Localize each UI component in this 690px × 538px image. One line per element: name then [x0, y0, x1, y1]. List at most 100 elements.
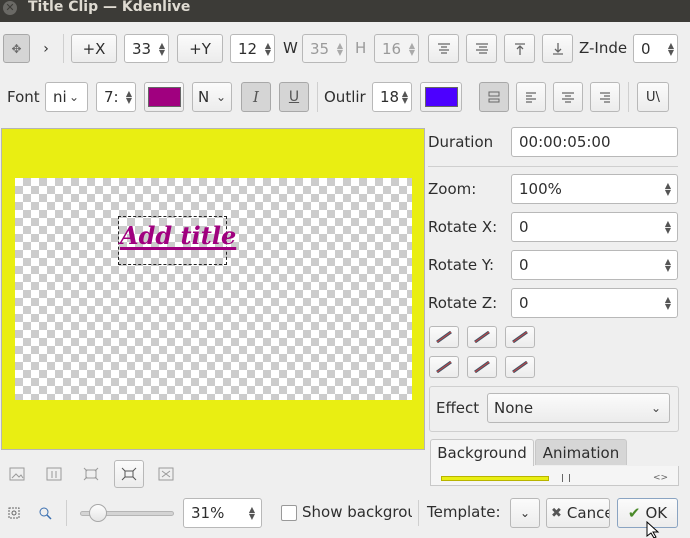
align-none-icon [488, 91, 500, 103]
x-position-field[interactable]: 33 ▲ ▼ [124, 34, 169, 63]
spin-arrows-icon[interactable]: ▲ ▼ [665, 220, 671, 235]
align-top-button[interactable] [428, 34, 459, 63]
align-top-right-button[interactable] [505, 326, 535, 348]
tab-animation[interactable]: Animation [535, 439, 627, 465]
y-position-value: 12 [238, 39, 258, 58]
rotate-z-value: 0 [519, 294, 529, 312]
template-select[interactable]: ⌄ [510, 498, 540, 528]
title-canvas[interactable]: Add title [1, 128, 425, 450]
spin-arrows-icon[interactable]: ▲ ▼ [159, 41, 165, 56]
align-top-left-button[interactable] [429, 326, 459, 348]
rotate-x-label: Rotate X: [428, 218, 498, 236]
arrow-down-icon [552, 42, 563, 55]
select-tool-button[interactable]: ✥ [3, 34, 30, 63]
ok-label: OK [645, 504, 668, 522]
align-bottom-center-icon [474, 361, 490, 373]
zoom-value: 100% [519, 180, 562, 198]
align-bottom-right-icon [512, 361, 528, 373]
effect-select[interactable]: None ⌄ [487, 393, 670, 423]
x-position-value: 33 [132, 39, 152, 58]
cancel-button[interactable]: ✖ Cance [546, 498, 610, 528]
spin-arrows-icon[interactable]: ▲ ▼ [668, 41, 674, 56]
spin-arrows-icon[interactable]: ▲ ▼ [126, 90, 132, 105]
zoom-percent-field[interactable]: 31% ▲ ▼ [183, 498, 262, 528]
chevron-down-icon: ⌄ [650, 401, 661, 415]
cancel-label: Cance [566, 504, 610, 522]
spin-arrows-icon[interactable]: ▲ ▼ [665, 182, 671, 197]
uppercase-button[interactable]: U\ [637, 82, 669, 112]
align-middle-button[interactable] [466, 34, 497, 63]
outline-width-field[interactable]: 18 ▲ ▼ [372, 82, 412, 112]
tab-background[interactable]: Background [430, 439, 534, 466]
font-color-button[interactable] [144, 82, 184, 112]
toolbar-separator [63, 34, 64, 63]
align-top-center-button[interactable] [467, 326, 497, 348]
toolbar-separator [628, 82, 629, 112]
show-background-checkbox[interactable] [281, 505, 297, 521]
outline-color-swatch [424, 87, 458, 107]
zoom-slider[interactable] [80, 504, 174, 522]
window-titlebar: ✕ Title Clip — Kdenlive [0, 0, 690, 22]
chevron-down-icon: ⌄ [215, 90, 226, 104]
spin-arrows-icon[interactable]: ▲ ▼ [665, 258, 671, 273]
font-weight-select[interactable]: N ⌄ [192, 82, 232, 112]
align-left-button[interactable] [516, 82, 546, 112]
align-top-right-icon [512, 331, 528, 343]
expand-icon[interactable]: <> [653, 473, 668, 483]
align-bottom-center-button[interactable] [467, 356, 497, 378]
spin-arrows-icon[interactable]: ▲ ▼ [249, 506, 255, 521]
width-label: W [283, 39, 298, 57]
z-index-value: 0 [641, 39, 651, 58]
more-tools-button[interactable]: › [33, 34, 59, 63]
height-field: 16 ▲ ▼ [374, 34, 419, 63]
raise-button[interactable] [504, 34, 535, 63]
font-size-field[interactable]: 7: ▲ ▼ [96, 82, 136, 112]
zoom-slider-handle[interactable] [89, 504, 107, 522]
spin-arrows-icon[interactable]: ▲ ▼ [402, 90, 408, 105]
background-color-bar[interactable] [441, 476, 549, 481]
window-close-icon[interactable]: ✕ [3, 1, 17, 15]
alpha-slider-handle[interactable] [562, 474, 570, 482]
zoom-original-button[interactable] [33, 500, 57, 526]
duration-field[interactable]: 00:00:05:00 [511, 127, 678, 157]
title-text[interactable]: Add title [120, 221, 236, 250]
zoom-original-icon [39, 507, 52, 520]
outline-width-value: 18 [380, 88, 400, 106]
z-index-field[interactable]: 0 ▲ ▼ [633, 34, 678, 63]
background-tab-panel: <> [430, 466, 679, 486]
font-color-swatch [147, 87, 181, 107]
add-y-button[interactable]: +Y [177, 34, 223, 63]
title-item-selection[interactable]: Add title [118, 216, 236, 265]
effect-group: Effect None ⌄ [429, 386, 679, 432]
insert-rect-button[interactable] [77, 460, 105, 488]
zoom-fit-button[interactable] [2, 500, 26, 526]
transparent-frame[interactable] [15, 178, 412, 400]
y-position-field[interactable]: 12 ▲ ▼ [230, 34, 275, 63]
align-bottom-right-button[interactable] [505, 356, 535, 378]
rectangle-icon [83, 467, 99, 481]
rotate-y-field[interactable]: 0 ▲ ▼ [511, 250, 678, 280]
uppercase-label: U\ [646, 89, 660, 105]
align-center-button[interactable] [553, 82, 583, 112]
align-right-button[interactable] [590, 82, 620, 112]
insert-image-button[interactable] [3, 460, 31, 488]
italic-button[interactable]: I [241, 82, 271, 112]
zoom-field[interactable]: 100% ▲ ▼ [511, 174, 678, 204]
rotate-z-field[interactable]: 0 ▲ ▼ [511, 288, 678, 318]
chevron-down-icon: ⌄ [519, 506, 531, 520]
spin-arrows-icon[interactable]: ▲ ▼ [265, 41, 271, 56]
outline-color-button[interactable] [420, 82, 462, 112]
spin-arrows-icon[interactable]: ▲ ▼ [665, 296, 671, 311]
delete-item-button[interactable] [152, 460, 180, 488]
lower-button[interactable] [542, 34, 573, 63]
align-bottom-left-button[interactable] [429, 356, 459, 378]
rotate-x-field[interactable]: 0 ▲ ▼ [511, 212, 678, 242]
insert-text-button[interactable] [40, 460, 68, 488]
font-family-select[interactable]: ni ⌄ [45, 82, 88, 112]
align-none-button[interactable] [479, 82, 509, 112]
underline-button[interactable]: U [279, 82, 309, 112]
align-left-icon [526, 92, 536, 103]
font-label: Font [7, 88, 40, 106]
fit-selection-button[interactable] [114, 460, 144, 488]
add-x-button[interactable]: +X [71, 34, 117, 63]
